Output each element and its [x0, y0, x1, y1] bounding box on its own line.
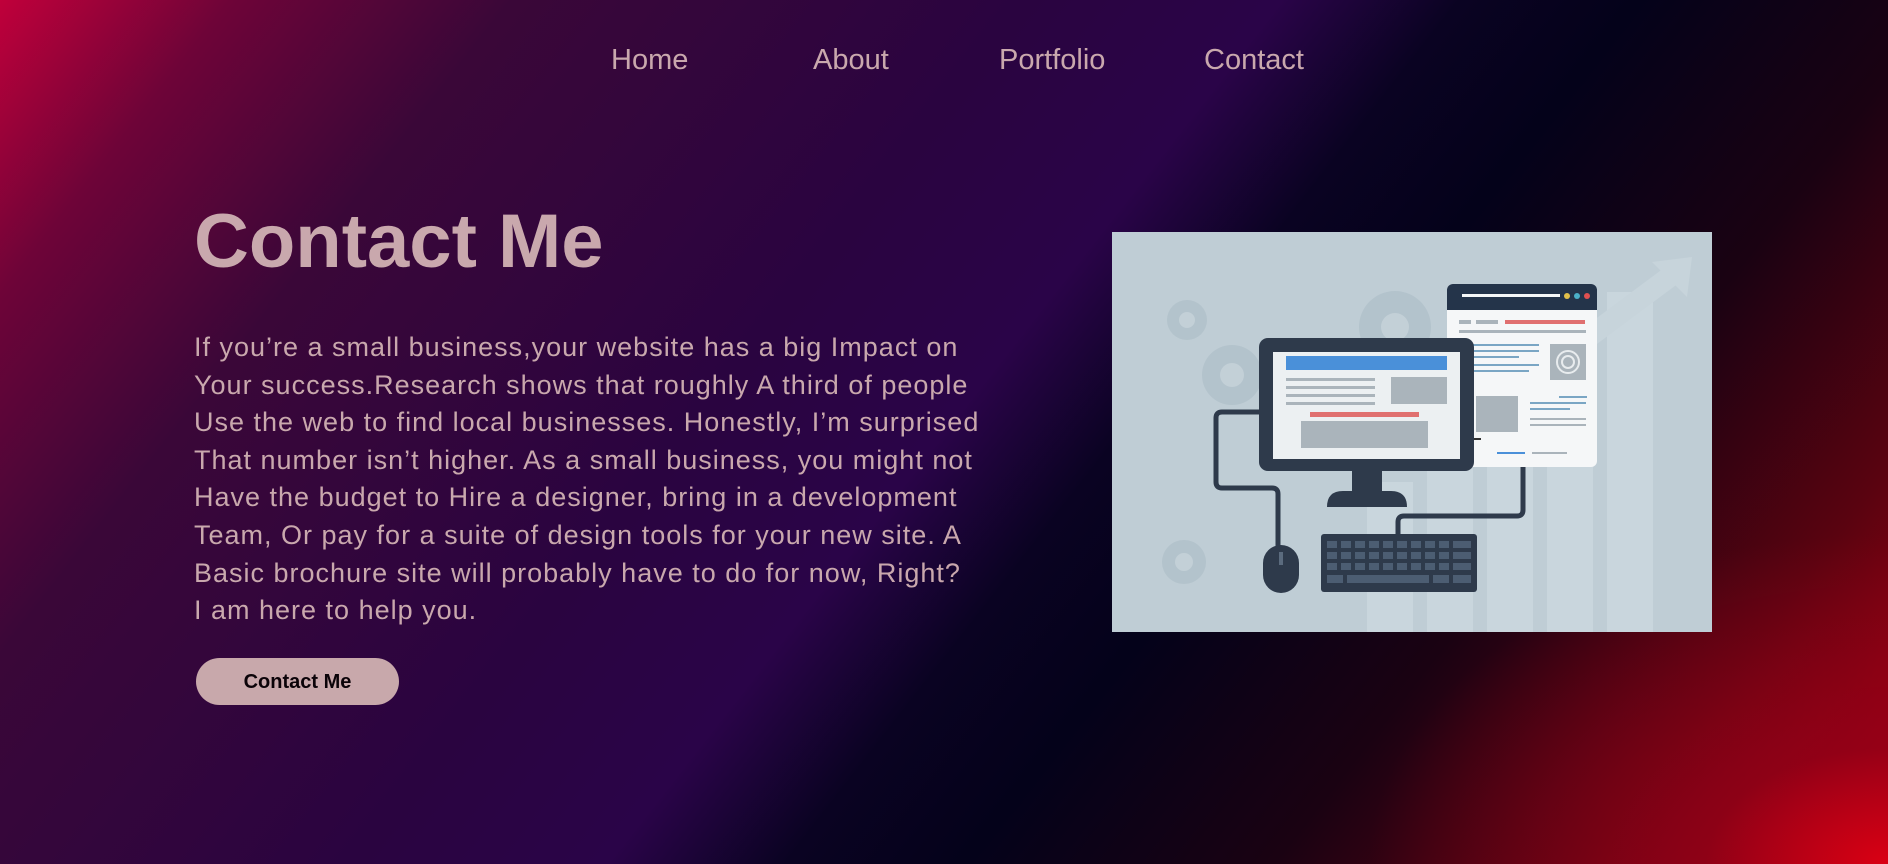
nav-link-home[interactable]: Home [611, 44, 688, 77]
nav-link-portfolio[interactable]: Portfolio [999, 44, 1105, 77]
computer-illustration [1112, 232, 1712, 632]
nav-link-about[interactable]: About [813, 44, 889, 77]
intro-line: If you’re a small business,your website … [194, 332, 959, 362]
page-title: Contact Me [194, 199, 604, 284]
contact-me-button[interactable]: Contact Me [196, 658, 399, 705]
nav-link-contact[interactable]: Contact [1204, 44, 1304, 77]
intro-paragraph: If you’re a small business,your website … [194, 329, 1024, 630]
intro-line: Your success.Research shows that roughly… [194, 369, 969, 400]
main-nav: Home About Portfolio Contact [0, 44, 1888, 84]
intro-line: I am here to help you. [194, 595, 478, 626]
intro-line: That number isn’t higher. As a small bus… [194, 444, 973, 475]
intro-line: Basic brochure site will probably have t… [194, 557, 961, 588]
intro-line: Have the budget to Hire a designer, brin… [194, 482, 958, 513]
intro-line: Team, Or pay for a suite of design tools… [194, 519, 962, 550]
computer-setup-icon [1112, 232, 1712, 632]
intro-line: Use the web to find local businesses. Ho… [194, 407, 980, 438]
